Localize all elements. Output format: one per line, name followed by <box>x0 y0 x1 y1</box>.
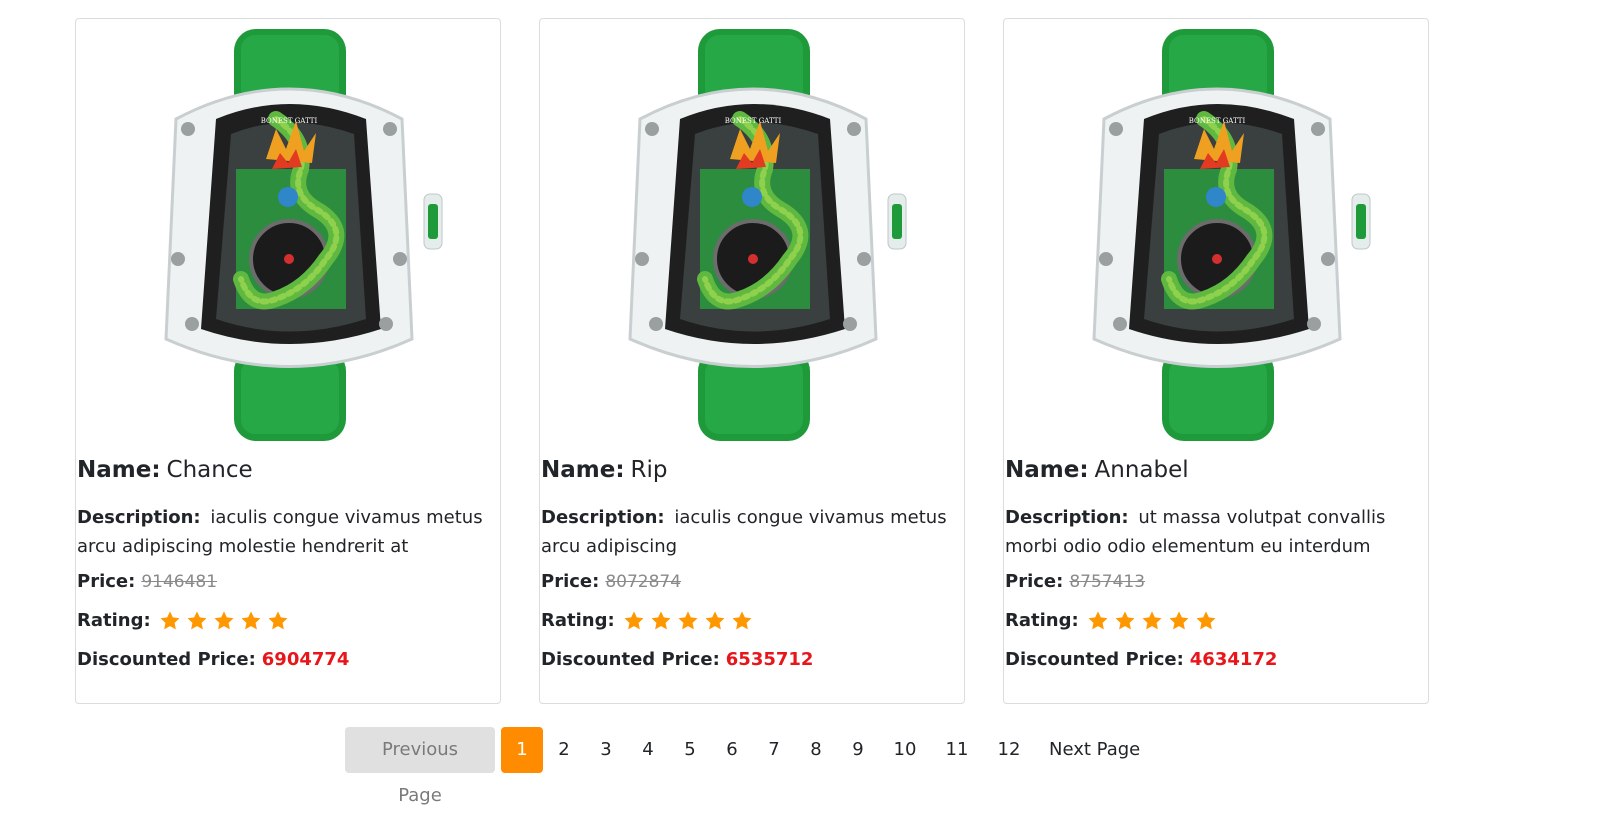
watch-brand-text: BONEST GATTI <box>1189 117 1246 125</box>
original-price: 8072874 <box>605 572 682 592</box>
star-icon <box>705 611 725 630</box>
price-row: Price: 8072874 <box>540 571 956 593</box>
page-6-button[interactable]: 6 <box>711 727 753 773</box>
rating-stars <box>1087 610 1217 632</box>
product-card[interactable]: BONEST GATTI Name: Chance Description: i… <box>75 18 501 704</box>
star-icon <box>187 611 207 630</box>
discounted-price-label: Discounted Price: <box>1005 649 1184 670</box>
star-icon <box>1088 611 1108 630</box>
star-icon <box>214 611 234 630</box>
star-icon <box>1196 611 1216 630</box>
page-2-button[interactable]: 2 <box>543 727 585 773</box>
description-label: Description: <box>541 507 665 528</box>
discounted-price-row: Discounted Price: 6904774 <box>76 649 492 671</box>
star-icon <box>1142 611 1162 630</box>
name-label: Name: <box>1005 457 1089 483</box>
product-name-line: Name: Rip <box>540 441 956 485</box>
discounted-price-label: Discounted Price: <box>541 649 720 670</box>
product-name: Chance <box>166 457 253 483</box>
green-dragon-watch-image: BONEST GATTI <box>164 29 443 441</box>
green-dragon-watch-image: BONEST GATTI <box>628 29 907 441</box>
rating-stars <box>623 610 753 632</box>
product-description: Description: iaculis congue vivamus metu… <box>540 503 959 561</box>
discounted-price: 4634172 <box>1189 649 1278 670</box>
watch-brand-text: BONEST GATTI <box>261 117 318 125</box>
product-name-line: Name: Annabel <box>1004 441 1420 485</box>
next-page-button[interactable]: Next Page <box>1037 727 1152 773</box>
discounted-price-row: Discounted Price: 4634172 <box>1004 649 1420 671</box>
watch-brand-text: BONEST GATTI <box>725 117 782 125</box>
page-5-button[interactable]: 5 <box>669 727 711 773</box>
page-11-button[interactable]: 11 <box>931 727 983 773</box>
star-icon <box>678 611 698 630</box>
page-10-button[interactable]: 10 <box>879 727 931 773</box>
page-8-button[interactable]: 8 <box>795 727 837 773</box>
page-9-button[interactable]: 9 <box>837 727 879 773</box>
star-icon <box>651 611 671 630</box>
star-icon <box>1169 611 1189 630</box>
product-description: Description: iaculis congue vivamus metu… <box>76 503 495 561</box>
page-1-button[interactable]: 1 <box>501 727 543 773</box>
product-name: Rip <box>630 457 668 483</box>
page-4-button[interactable]: 4 <box>627 727 669 773</box>
original-price: 8757413 <box>1069 572 1146 592</box>
description-label: Description: <box>77 507 201 528</box>
previous-page-button[interactable]: Previous Page <box>345 727 495 806</box>
rating-label: Rating: <box>77 610 151 631</box>
discounted-price: 6904774 <box>261 649 350 670</box>
product-image[interactable]: BONEST GATTI <box>1004 19 1430 441</box>
star-icon <box>268 611 288 630</box>
product-name: Annabel <box>1094 457 1189 483</box>
product-card[interactable]: BONEST GATTI Name: Rip Description: iacu… <box>539 18 965 704</box>
pagination: Previous Page 1 2 3 4 5 6 7 8 9 10 11 12… <box>345 727 1152 806</box>
rating-row: Rating: <box>76 610 492 632</box>
discounted-price-label: Discounted Price: <box>77 649 256 670</box>
rating-row: Rating: <box>540 610 956 632</box>
green-dragon-watch-image: BONEST GATTI <box>1092 29 1371 441</box>
price-label: Price: <box>541 571 600 592</box>
price-row: Price: 9146481 <box>76 571 492 593</box>
page-3-button[interactable]: 3 <box>585 727 627 773</box>
product-grid: BONEST GATTI Name: Chance Description: i… <box>75 18 1429 704</box>
star-icon <box>1115 611 1135 630</box>
rating-row: Rating: <box>1004 610 1420 632</box>
discounted-price: 6535712 <box>725 649 814 670</box>
original-price: 9146481 <box>141 572 218 592</box>
star-icon <box>624 611 644 630</box>
product-image[interactable]: BONEST GATTI <box>76 19 502 441</box>
star-icon <box>732 611 752 630</box>
product-description: Description: ut massa volutpat convallis… <box>1004 503 1423 561</box>
product-card[interactable]: BONEST GATTI Name: Annabel Description: … <box>1003 18 1429 704</box>
star-icon <box>160 611 180 630</box>
price-label: Price: <box>77 571 136 592</box>
product-image[interactable]: BONEST GATTI <box>540 19 966 441</box>
star-icon <box>241 611 261 630</box>
rating-label: Rating: <box>541 610 615 631</box>
price-row: Price: 8757413 <box>1004 571 1420 593</box>
page-7-button[interactable]: 7 <box>753 727 795 773</box>
name-label: Name: <box>77 457 161 483</box>
rating-stars <box>159 610 289 632</box>
page-12-button[interactable]: 12 <box>983 727 1035 773</box>
price-label: Price: <box>1005 571 1064 592</box>
discounted-price-row: Discounted Price: 6535712 <box>540 649 956 671</box>
rating-label: Rating: <box>1005 610 1079 631</box>
name-label: Name: <box>541 457 625 483</box>
product-name-line: Name: Chance <box>76 441 492 485</box>
description-label: Description: <box>1005 507 1129 528</box>
